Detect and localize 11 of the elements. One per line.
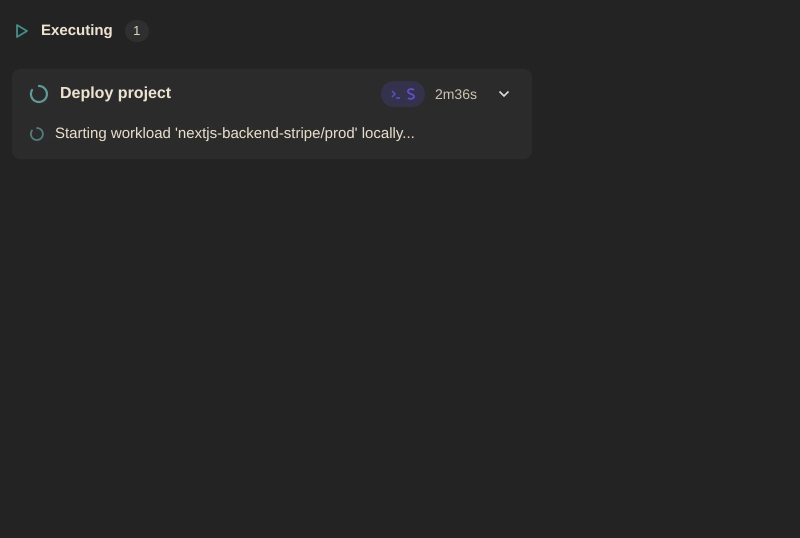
chevron-down-icon[interactable] — [498, 90, 510, 98]
logo-icon — [406, 88, 415, 100]
section-title: Executing — [41, 20, 113, 41]
spinner-icon — [29, 84, 49, 104]
spinner-icon — [29, 126, 45, 142]
duration: 2m36s — [434, 84, 477, 104]
step-text: Starting workload 'nextjs-backend-stripe/prod' locally... — [55, 124, 415, 144]
count-badge: 1 — [124, 20, 149, 42]
task-title: Deploy project — [60, 84, 172, 104]
terminal-icon — [390, 89, 401, 99]
play-icon — [15, 23, 29, 39]
